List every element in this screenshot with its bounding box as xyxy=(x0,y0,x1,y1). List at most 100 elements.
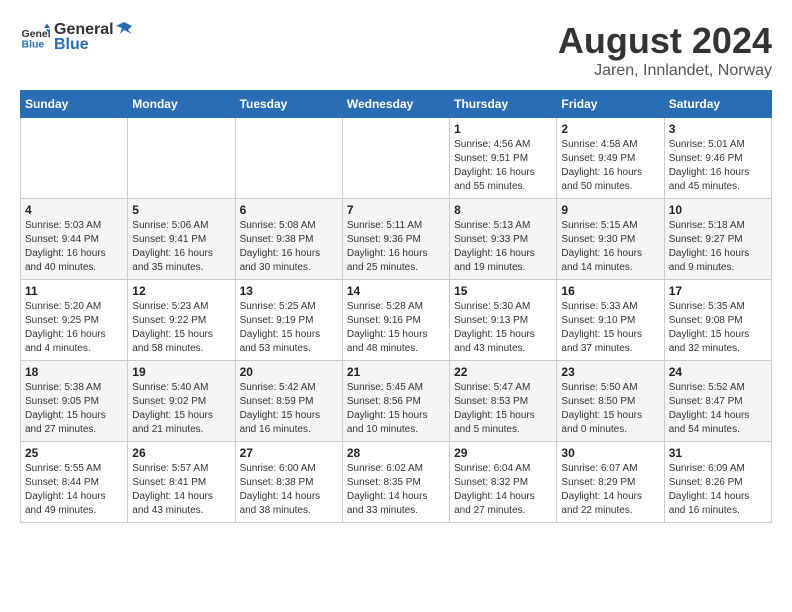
day-number: 8 xyxy=(454,203,552,217)
day-cell: 15 Sunrise: 5:30 AM Sunset: 9:13 PM Dayli… xyxy=(450,280,557,361)
weekday-header-thursday: Thursday xyxy=(450,91,557,118)
day-number: 2 xyxy=(561,122,659,136)
day-number: 20 xyxy=(240,365,338,379)
day-number: 10 xyxy=(669,203,767,217)
day-info: Sunrise: 5:25 AM Sunset: 9:19 PM Dayligh… xyxy=(240,300,338,356)
day-cell: 23Sunrise: 5:50 AM Sunset: 8:50 PM Dayli… xyxy=(557,361,664,442)
day-number: 4 xyxy=(25,203,123,217)
day-number: 24 xyxy=(669,365,767,379)
day-number: 14 xyxy=(347,284,445,298)
day-number: 15 xyxy=(454,284,552,298)
weekday-header-tuesday: Tuesday xyxy=(235,91,342,118)
day-info: Sunrise: 5:47 AM Sunset: 8:53 PM Dayligh… xyxy=(454,381,552,437)
week-row-2: 4 Sunrise: 5:03 AM Sunset: 9:44 PM Daylig… xyxy=(21,199,772,280)
calendar-table: SundayMondayTuesdayWednesdayThursdayFrid… xyxy=(20,90,772,523)
day-info: Sunrise: 5:15 AM Sunset: 9:30 PM Dayligh… xyxy=(561,219,659,275)
svg-text:Blue: Blue xyxy=(22,39,45,51)
day-number: 7 xyxy=(347,203,445,217)
weekday-header-friday: Friday xyxy=(557,91,664,118)
day-number: 25 xyxy=(25,446,123,460)
week-row-5: 25 Sunrise: 5:55 AM Sunset: 8:44 PM Dayli… xyxy=(21,442,772,523)
day-info: Sunrise: 5:57 AM Sunset: 8:41 PM Dayligh… xyxy=(132,462,230,518)
header: General Blue General Blue August 2024 Ja… xyxy=(20,20,772,80)
week-row-4: 18Sunrise: 5:38 AM Sunset: 9:05 PM Dayli… xyxy=(21,361,772,442)
day-info: Sunrise: 6:09 AM Sunset: 8:26 PM Dayligh… xyxy=(669,462,767,518)
day-info: Sunrise: 5:33 AM Sunset: 9:10 PM Dayligh… xyxy=(561,300,659,356)
day-number: 29 xyxy=(454,446,552,460)
day-info: Sunrise: 6:04 AM Sunset: 8:32 PM Dayligh… xyxy=(454,462,552,518)
weekday-header-row: SundayMondayTuesdayWednesdayThursdayFrid… xyxy=(21,91,772,118)
day-cell: 3Sunrise: 5:01 AM Sunset: 9:46 PM Daylig… xyxy=(664,118,771,199)
day-cell: 14 Sunrise: 5:28 AM Sunset: 9:16 PM Dayli… xyxy=(342,280,449,361)
day-cell: 24 Sunrise: 5:52 AM Sunset: 8:47 PM Dayli… xyxy=(664,361,771,442)
day-number: 21 xyxy=(347,365,445,379)
logo-bird-icon xyxy=(114,20,134,40)
day-info: Sunrise: 5:35 AM Sunset: 9:08 PM Dayligh… xyxy=(669,300,767,356)
day-cell: 2 Sunrise: 4:58 AM Sunset: 9:49 PM Daylig… xyxy=(557,118,664,199)
day-cell: 20 Sunrise: 5:42 AM Sunset: 8:59 PM Dayli… xyxy=(235,361,342,442)
day-info: Sunrise: 5:40 AM Sunset: 9:02 PM Dayligh… xyxy=(132,381,230,437)
day-cell: 29 Sunrise: 6:04 AM Sunset: 8:32 PM Dayli… xyxy=(450,442,557,523)
day-info: Sunrise: 4:58 AM Sunset: 9:49 PM Dayligh… xyxy=(561,138,659,194)
day-cell: 31Sunrise: 6:09 AM Sunset: 8:26 PM Dayli… xyxy=(664,442,771,523)
day-cell: 9 Sunrise: 5:15 AM Sunset: 9:30 PM Daylig… xyxy=(557,199,664,280)
day-number: 5 xyxy=(132,203,230,217)
day-info: Sunrise: 5:23 AM Sunset: 9:22 PM Dayligh… xyxy=(132,300,230,356)
day-info: Sunrise: 5:28 AM Sunset: 9:16 PM Dayligh… xyxy=(347,300,445,356)
day-cell: 21 Sunrise: 5:45 AM Sunset: 8:56 PM Dayli… xyxy=(342,361,449,442)
day-number: 17 xyxy=(669,284,767,298)
logo: General Blue General Blue xyxy=(20,20,134,54)
weekday-header-sunday: Sunday xyxy=(21,91,128,118)
day-cell: 1 Sunrise: 4:56 AM Sunset: 9:51 PM Daylig… xyxy=(450,118,557,199)
day-info: Sunrise: 6:07 AM Sunset: 8:29 PM Dayligh… xyxy=(561,462,659,518)
day-cell: 30 Sunrise: 6:07 AM Sunset: 8:29 PM Dayli… xyxy=(557,442,664,523)
day-cell: 26 Sunrise: 5:57 AM Sunset: 8:41 PM Dayli… xyxy=(128,442,235,523)
day-cell: 19Sunrise: 5:40 AM Sunset: 9:02 PM Dayli… xyxy=(128,361,235,442)
week-row-3: 11Sunrise: 5:20 AM Sunset: 9:25 PM Dayli… xyxy=(21,280,772,361)
day-info: Sunrise: 5:18 AM Sunset: 9:27 PM Dayligh… xyxy=(669,219,767,275)
day-cell: 12 Sunrise: 5:23 AM Sunset: 9:22 PM Dayli… xyxy=(128,280,235,361)
day-cell: 7 Sunrise: 5:11 AM Sunset: 9:36 PM Daylig… xyxy=(342,199,449,280)
day-cell: 27Sunrise: 6:00 AM Sunset: 8:38 PM Dayli… xyxy=(235,442,342,523)
day-cell: 13 Sunrise: 5:25 AM Sunset: 9:19 PM Dayli… xyxy=(235,280,342,361)
logo-icon: General Blue xyxy=(20,22,50,52)
day-number: 30 xyxy=(561,446,659,460)
location: Jaren, Innlandet, Norway xyxy=(558,62,772,80)
day-cell xyxy=(235,118,342,199)
day-cell: 5Sunrise: 5:06 AM Sunset: 9:41 PM Daylig… xyxy=(128,199,235,280)
day-cell: 17 Sunrise: 5:35 AM Sunset: 9:08 PM Dayli… xyxy=(664,280,771,361)
day-info: Sunrise: 6:02 AM Sunset: 8:35 PM Dayligh… xyxy=(347,462,445,518)
title-area: August 2024 Jaren, Innlandet, Norway xyxy=(558,20,772,80)
day-number: 22 xyxy=(454,365,552,379)
day-cell: 11Sunrise: 5:20 AM Sunset: 9:25 PM Dayli… xyxy=(21,280,128,361)
day-number: 27 xyxy=(240,446,338,460)
day-number: 6 xyxy=(240,203,338,217)
day-number: 9 xyxy=(561,203,659,217)
day-cell: 8Sunrise: 5:13 AM Sunset: 9:33 PM Daylig… xyxy=(450,199,557,280)
day-number: 12 xyxy=(132,284,230,298)
day-number: 26 xyxy=(132,446,230,460)
weekday-header-monday: Monday xyxy=(128,91,235,118)
day-info: Sunrise: 4:56 AM Sunset: 9:51 PM Dayligh… xyxy=(454,138,552,194)
day-number: 13 xyxy=(240,284,338,298)
day-info: Sunrise: 5:50 AM Sunset: 8:50 PM Dayligh… xyxy=(561,381,659,437)
day-number: 1 xyxy=(454,122,552,136)
day-info: Sunrise: 5:42 AM Sunset: 8:59 PM Dayligh… xyxy=(240,381,338,437)
day-number: 28 xyxy=(347,446,445,460)
weekday-header-wednesday: Wednesday xyxy=(342,91,449,118)
day-info: Sunrise: 5:30 AM Sunset: 9:13 PM Dayligh… xyxy=(454,300,552,356)
day-number: 11 xyxy=(25,284,123,298)
day-cell: 10 Sunrise: 5:18 AM Sunset: 9:27 PM Dayli… xyxy=(664,199,771,280)
day-number: 16 xyxy=(561,284,659,298)
day-info: Sunrise: 5:11 AM Sunset: 9:36 PM Dayligh… xyxy=(347,219,445,275)
day-info: Sunrise: 5:55 AM Sunset: 8:44 PM Dayligh… xyxy=(25,462,123,518)
day-cell xyxy=(21,118,128,199)
day-number: 3 xyxy=(669,122,767,136)
day-info: Sunrise: 5:45 AM Sunset: 8:56 PM Dayligh… xyxy=(347,381,445,437)
day-info: Sunrise: 5:38 AM Sunset: 9:05 PM Dayligh… xyxy=(25,381,123,437)
day-cell: 6Sunrise: 5:08 AM Sunset: 9:38 PM Daylig… xyxy=(235,199,342,280)
day-info: Sunrise: 5:03 AM Sunset: 9:44 PM Dayligh… xyxy=(25,219,123,275)
day-cell: 28 Sunrise: 6:02 AM Sunset: 8:35 PM Dayli… xyxy=(342,442,449,523)
day-info: Sunrise: 5:52 AM Sunset: 8:47 PM Dayligh… xyxy=(669,381,767,437)
day-cell xyxy=(128,118,235,199)
